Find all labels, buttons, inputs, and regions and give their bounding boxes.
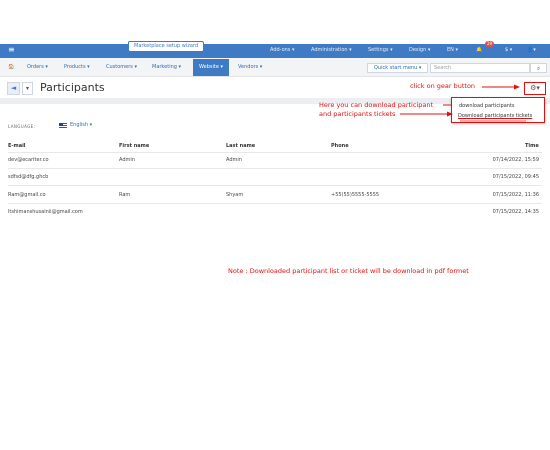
cell-email: Ram@gmail.co: [8, 192, 46, 198]
cell-last-name: Admin: [226, 157, 242, 163]
header-time: Time: [525, 143, 539, 149]
annotation-arrows: [400, 84, 526, 122]
header-last-name: Last name: [226, 143, 256, 149]
header-divider: [8, 152, 542, 153]
row-divider: [8, 168, 542, 169]
row-divider: [8, 203, 542, 204]
cell-email: ltshimanshusainii@gmail.com: [8, 209, 83, 215]
language-label: LANGUAGE:: [8, 124, 36, 129]
cell-time: 07/15/2022, 11:36: [492, 192, 539, 198]
cell-phone: +55(55)5555-5555: [331, 192, 380, 198]
cell-email: dev@ecariter.co: [8, 157, 49, 163]
header-first-name: First name: [119, 143, 150, 149]
us-flag-icon: [59, 123, 67, 128]
cell-time: 07/15/2022, 09:45: [492, 174, 539, 180]
cell-email: sdfsd@dfg.ghcb: [8, 174, 49, 180]
cell-first-name: Ram: [119, 192, 131, 198]
header-phone: Phone: [331, 143, 349, 149]
header-email: E-mail: [8, 143, 26, 149]
cell-first-name: Admin: [119, 157, 135, 163]
cell-time: 07/15/2022, 14:35: [492, 209, 539, 215]
cell-time: 07/14/2022, 15:59: [492, 157, 539, 163]
language-select[interactable]: English ▾: [70, 122, 92, 128]
cell-last-name: Shyam: [226, 192, 244, 198]
row-divider: [8, 185, 542, 186]
